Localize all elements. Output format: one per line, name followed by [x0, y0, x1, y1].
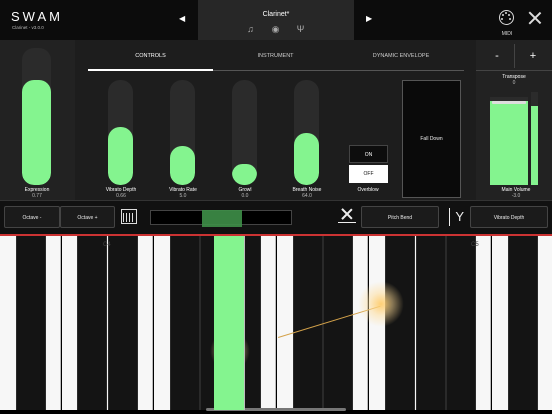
- breath-noise-slider-fill: [294, 132, 319, 185]
- top-bar: SWAM Clarinet - v3.0.0 ◀ Clarinet* ♫ ◉ Ψ…: [0, 0, 552, 40]
- main-volume-fill: [490, 101, 528, 185]
- keyboard-icon[interactable]: [121, 209, 137, 224]
- c4-label: C4: [103, 242, 111, 248]
- vibrato-depth-button[interactable]: Vibrato Depth: [470, 206, 548, 228]
- touch-point-current: [358, 281, 404, 327]
- black-key-gs5[interactable]: [415, 236, 446, 410]
- overblow-off-button[interactable]: OFF: [349, 165, 388, 183]
- breath-noise-value: 64.0: [302, 193, 312, 199]
- active-tab-indicator: [88, 69, 213, 71]
- growl-slider-fill: [232, 164, 257, 185]
- transpose-down-button[interactable]: -: [482, 50, 512, 62]
- fall-down-pad[interactable]: Fall Down: [402, 80, 461, 198]
- growl-value: 0.0: [241, 193, 249, 199]
- growl-slider[interactable]: [232, 80, 257, 185]
- x-axis-arrow-icon: [338, 222, 356, 223]
- vibrato-rate-slider-fill: [170, 146, 195, 185]
- output-level-meter: [531, 92, 538, 185]
- music-note-icon[interactable]: ♫: [245, 24, 256, 35]
- vibrato-y-icon[interactable]: Y: [448, 207, 464, 227]
- vibrato-depth-slider-fill: [108, 127, 133, 185]
- black-key-ds5[interactable]: [323, 236, 354, 410]
- expression-slider[interactable]: [22, 48, 51, 185]
- vibrato-depth-value: 0.66: [116, 193, 126, 199]
- black-key-cs4[interactable]: [77, 236, 108, 410]
- close-icon[interactable]: [528, 11, 542, 25]
- preset-name: Clarinet*: [262, 11, 290, 18]
- tab-controls[interactable]: CONTROLS: [88, 53, 213, 59]
- transpose-value: 0: [512, 80, 516, 86]
- black-key-as5[interactable]: [446, 236, 477, 410]
- transpose-up-button[interactable]: +: [518, 50, 548, 62]
- c5-label: C5: [471, 242, 479, 248]
- octave-down-button[interactable]: Octave -: [4, 206, 60, 228]
- settings-dial-icon[interactable]: ◉: [270, 24, 281, 35]
- preset-selector[interactable]: Clarinet* ♫ ◉ Ψ: [198, 0, 354, 40]
- transpose-divider: [514, 44, 515, 68]
- midi-icon[interactable]: [499, 10, 514, 25]
- black-key-ds4[interactable]: [108, 236, 138, 410]
- black-key-fs4[interactable]: [169, 236, 200, 410]
- expression-slider-fill: [22, 79, 51, 185]
- main-volume-handle[interactable]: [492, 101, 526, 105]
- vibrato-rate-slider[interactable]: [170, 80, 195, 185]
- microphone-icon[interactable]: Ψ: [295, 24, 306, 35]
- tab-instrument[interactable]: INSTRUMENT: [213, 53, 338, 59]
- prev-preset-button[interactable]: ◀: [179, 14, 185, 23]
- overblow-label: Overblow: [357, 187, 379, 193]
- breath-noise-slider[interactable]: [294, 80, 319, 185]
- vibrato-rate-value: 5.0: [179, 193, 187, 199]
- next-preset-button[interactable]: ▶: [366, 14, 372, 23]
- version-label: Clarinet - v3.0.0: [12, 25, 44, 30]
- transpose-separator: [476, 70, 552, 71]
- keyboard-range-map[interactable]: [150, 210, 292, 227]
- output-level-meter-fill: [531, 105, 538, 185]
- midi-label[interactable]: MIDI: [499, 31, 515, 37]
- overblow-on-button[interactable]: ON: [349, 145, 388, 163]
- black-key-as3[interactable]: [15, 236, 46, 410]
- white-key-g4[interactable]: [214, 236, 245, 410]
- main-volume-value: -3.0: [511, 193, 521, 199]
- black-key-cs5[interactable]: [292, 236, 323, 410]
- black-key-cs6[interactable]: [507, 236, 538, 410]
- pitch-bend-button[interactable]: Pitch Bend: [361, 206, 439, 228]
- pitch-bend-x-icon[interactable]: [337, 207, 357, 227]
- tab-dynamic-envelope[interactable]: DYNAMIC ENVELOPE: [338, 53, 464, 59]
- vibrato-depth-slider[interactable]: [108, 80, 133, 185]
- keyboard-range-window[interactable]: [202, 210, 242, 227]
- main-volume-slider[interactable]: [490, 97, 528, 185]
- expression-value: 0.77: [32, 193, 42, 199]
- octave-up-button[interactable]: Octave +: [60, 206, 115, 228]
- brand-logo: SWAM: [11, 9, 63, 24]
